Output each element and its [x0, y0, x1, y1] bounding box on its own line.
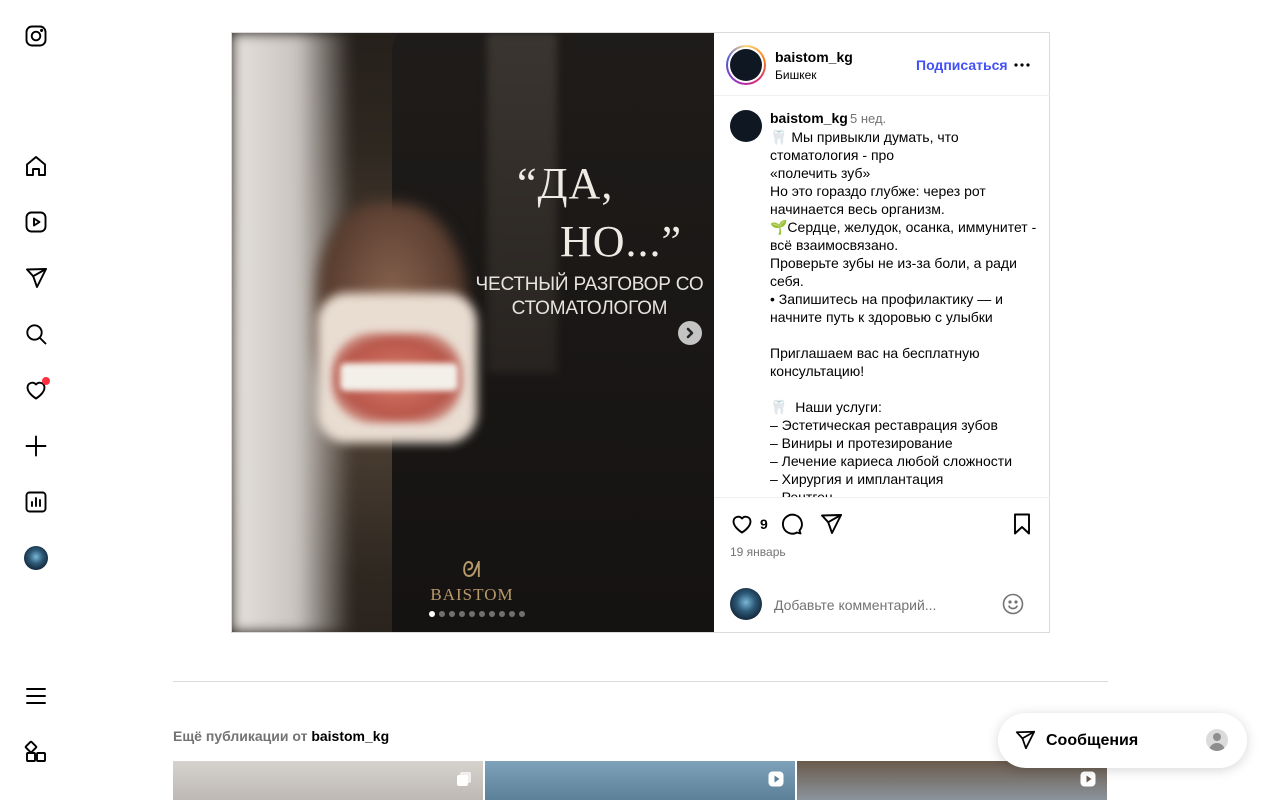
post-actions: 9 19 январь	[714, 497, 1050, 632]
caption-text: 🦷 Мы привыкли думать, что стоматология -…	[770, 129, 1037, 497]
more-options-icon[interactable]	[1012, 55, 1032, 75]
author-avatar[interactable]	[726, 45, 766, 85]
brand-logo: ᘛ BAISTOM	[427, 557, 517, 605]
comment-icon[interactable]	[779, 512, 805, 538]
caption-avatar[interactable]	[730, 110, 762, 142]
save-bookmark-icon[interactable]	[1010, 512, 1036, 538]
next-slide-button[interactable]	[678, 321, 702, 345]
add-comment-row	[714, 584, 1050, 632]
messages-label: Сообщения	[1046, 732, 1139, 749]
post-location[interactable]: Бишкек	[775, 68, 817, 82]
more-posts-username[interactable]: baistom_kg	[311, 728, 389, 744]
comment-input[interactable]	[774, 594, 994, 616]
carousel-dot	[429, 611, 435, 617]
like-heart-icon[interactable]	[730, 512, 756, 538]
post-date[interactable]: 19 январь	[730, 545, 786, 559]
post-image[interactable]: “ДА, НО...” ЧЕСТНЫЙ РАЗГОВОР СО СТОМАТОЛ…	[232, 33, 714, 632]
carousel-icon	[455, 770, 473, 788]
post-card: “ДА, НО...” ЧЕСТНЫЙ РАЗГОВОР СО СТОМАТОЛ…	[231, 32, 1050, 633]
chevron-right-icon	[686, 327, 694, 339]
direct-messages-icon	[1014, 729, 1038, 753]
carousel-dot	[439, 611, 445, 617]
post-sidebar: baistom_kg Бишкек Подписаться baistom_kg…	[714, 33, 1050, 632]
carousel-dot	[519, 611, 525, 617]
menu-icon[interactable]	[22, 682, 50, 710]
carousel-dot	[469, 611, 475, 617]
carousel-dot	[459, 611, 465, 617]
caption-timestamp[interactable]: 5 нед.	[850, 111, 886, 126]
avatar	[1206, 729, 1228, 751]
dashboard-icon[interactable]	[22, 488, 50, 516]
reels-icon[interactable]	[22, 208, 50, 236]
current-user-avatar	[730, 588, 762, 620]
follow-button[interactable]: Подписаться	[916, 57, 1008, 73]
reel-icon	[767, 770, 785, 788]
notifications-heart-icon[interactable]	[22, 376, 50, 404]
tooth-logo-icon: ᘛ	[462, 557, 482, 582]
carousel-dot	[509, 611, 515, 617]
section-divider	[173, 681, 1108, 682]
carousel-dot	[499, 611, 505, 617]
author-username[interactable]: baistom_kg	[775, 49, 853, 65]
emoji-icon[interactable]	[1001, 592, 1025, 616]
image-quote-line2: НО...”	[560, 217, 683, 266]
like-count[interactable]: 9	[760, 516, 768, 532]
carousel-dot	[479, 611, 485, 617]
profile-avatar-icon[interactable]	[22, 544, 50, 572]
caption-username[interactable]: baistom_kg	[770, 110, 848, 126]
create-plus-icon[interactable]	[22, 432, 50, 460]
more-posts-heading: Ещё публикации от baistom_kg	[173, 728, 390, 744]
reel-icon	[1079, 770, 1097, 788]
carousel-dot	[449, 611, 455, 617]
more-post-thumbnail[interactable]	[485, 761, 795, 800]
share-icon[interactable]	[819, 512, 845, 538]
direct-messages-icon[interactable]	[22, 264, 50, 292]
left-sidebar	[0, 0, 72, 800]
messages-button[interactable]: Сообщения	[998, 713, 1247, 768]
post-header: baistom_kg Бишкек Подписаться	[714, 33, 1050, 96]
carousel-indicator	[429, 611, 525, 617]
home-icon[interactable]	[22, 152, 50, 180]
caption-section: baistom_kg 5 нед. 🦷 Мы привыкли думать, …	[714, 97, 1050, 497]
instagram-logo-icon[interactable]	[22, 22, 50, 50]
notification-badge	[42, 377, 50, 385]
image-subtitle: ЧЕСТНЫЙ РАЗГОВОР СО СТОМАТОЛОГОМ	[475, 274, 704, 319]
image-quote-line1: “ДА,	[517, 159, 614, 208]
avatar	[24, 546, 48, 570]
search-icon[interactable]	[22, 320, 50, 348]
more-post-thumbnail[interactable]	[173, 761, 483, 800]
more-posts-grid	[173, 761, 1107, 800]
more-apps-icon[interactable]	[22, 738, 50, 766]
carousel-dot	[489, 611, 495, 617]
